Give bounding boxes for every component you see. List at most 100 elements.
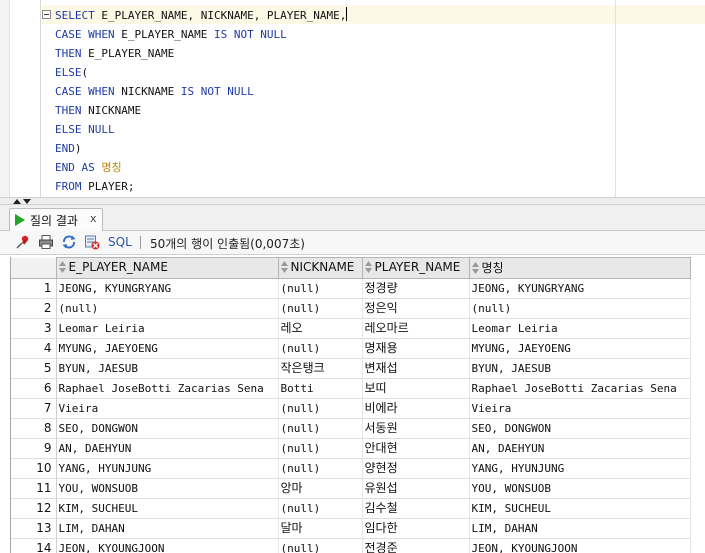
table-cell[interactable]: MYUNG, JAEYOENG	[469, 338, 691, 359]
sql-code[interactable]: SELECT E_PLAYER_NAME, NICKNAME, PLAYER_N…	[55, 6, 348, 196]
table-cell[interactable]: (null)	[56, 298, 279, 319]
table-cell[interactable]: 정경량	[362, 278, 470, 299]
table-row[interactable]: 11 YOU, WONSUOB 앙마 유원섭 YOU, WONSUOB	[11, 478, 691, 499]
row-number-cell[interactable]: 8	[11, 418, 57, 439]
table-cell[interactable]: 정은익	[362, 298, 470, 319]
table-cell[interactable]: 서동원	[362, 418, 470, 439]
row-number-cell[interactable]: 5	[11, 358, 57, 379]
table-row[interactable]: 2 (null) (null) 정은익 (null)	[11, 298, 691, 319]
table-cell[interactable]: YANG, HYUNJUNG	[469, 458, 691, 479]
table-cell[interactable]: Vieira	[56, 398, 279, 419]
table-row[interactable]: 13 LIM, DAHAN 달마 임다한 LIM, DAHAN	[11, 518, 691, 539]
table-cell[interactable]: (null)	[278, 438, 363, 459]
table-cell[interactable]: (null)	[278, 458, 363, 479]
code-line[interactable]: ELSE NULL	[55, 120, 347, 139]
table-cell[interactable]: 비에라	[362, 398, 470, 419]
table-cell[interactable]: 양현정	[362, 458, 470, 479]
sql-link[interactable]: SQL	[108, 235, 132, 249]
table-cell[interactable]: BYUN, JAESUB	[469, 358, 691, 379]
table-cell[interactable]: Botti	[278, 378, 363, 399]
code-line[interactable]: CASE WHEN E_PLAYER_NAME IS NOT NULL	[55, 25, 347, 44]
print-icon[interactable]	[38, 234, 54, 250]
delete-icon[interactable]	[84, 234, 100, 250]
table-cell[interactable]: YOU, WONSUOB	[56, 478, 279, 499]
refresh-icon[interactable]	[61, 234, 77, 250]
table-cell[interactable]: 앙마	[278, 478, 363, 499]
row-number-cell[interactable]: 3	[11, 318, 57, 339]
row-number-cell[interactable]: 7	[11, 398, 57, 419]
code-line[interactable]: THEN E_PLAYER_NAME	[55, 44, 347, 63]
table-cell[interactable]: 명재용	[362, 338, 470, 359]
table-cell[interactable]: JEONG, KYUNGRYANG	[469, 278, 691, 299]
code-line[interactable]: SELECT E_PLAYER_NAME, NICKNAME, PLAYER_N…	[55, 6, 348, 25]
row-number-cell[interactable]: 4	[11, 338, 57, 359]
table-cell[interactable]: 달마	[278, 518, 363, 539]
table-cell[interactable]: SEO, DONGWON	[469, 418, 691, 439]
table-cell[interactable]: 변재섭	[362, 358, 470, 379]
sql-editor[interactable]: SELECT E_PLAYER_NAME, NICKNAME, PLAYER_N…	[0, 0, 705, 197]
row-number-cell[interactable]: 1	[11, 278, 57, 299]
column-header-e-player-name[interactable]: E_PLAYER_NAME	[55, 257, 279, 279]
table-row[interactable]: 5 BYUN, JAESUB 작은탱크 변재섭 BYUN, JAESUB	[11, 358, 691, 379]
row-number-cell[interactable]: 10	[11, 458, 57, 479]
table-cell[interactable]: 유원섭	[362, 478, 470, 499]
table-cell[interactable]: (null)	[278, 498, 363, 519]
row-number-cell[interactable]: 11	[11, 478, 57, 499]
table-cell[interactable]: 김수철	[362, 498, 470, 519]
collapse-down-icon[interactable]	[23, 199, 31, 204]
row-number-cell[interactable]: 9	[11, 438, 57, 459]
row-number-cell[interactable]: 12	[11, 498, 57, 519]
table-cell[interactable]: JEON, KYOUNGJOON	[56, 538, 279, 553]
table-cell[interactable]: 전경준	[362, 538, 470, 553]
row-number-cell[interactable]: 2	[11, 298, 57, 319]
code-line[interactable]: ELSE(	[55, 63, 347, 82]
table-cell[interactable]: (null)	[278, 338, 363, 359]
row-number-cell[interactable]: 14	[11, 538, 57, 553]
table-cell[interactable]: (null)	[278, 538, 363, 553]
table-row[interactable]: 3 Leomar Leiria 레오 레오마르 Leomar Leiria	[11, 318, 691, 339]
table-cell[interactable]: Raphael JoseBotti Zacarias Sena	[56, 378, 279, 399]
collapse-up-icon[interactable]	[13, 199, 21, 204]
table-cell[interactable]: AN, DAEHYUN	[56, 438, 279, 459]
table-row[interactable]: 10 YANG, HYUNJUNG (null) 양현정 YANG, HYUNJUNG	[11, 458, 691, 479]
table-cell[interactable]: KIM, SUCHEUL	[469, 498, 691, 519]
table-cell[interactable]: Raphael JoseBotti Zacarias Sena	[469, 378, 691, 399]
table-cell[interactable]: JEONG, KYUNGRYANG	[56, 278, 279, 299]
code-line[interactable]: END AS 명칭	[55, 158, 347, 177]
table-cell[interactable]: Leomar Leiria	[56, 318, 279, 339]
pane-splitter[interactable]	[0, 197, 705, 205]
table-cell[interactable]: 레오	[278, 318, 363, 339]
table-row[interactable]: 1 JEONG, KYUNGRYANG (null) 정경량 JEONG, KYUNGR…	[11, 278, 691, 299]
column-header-player-name[interactable]: PLAYER_NAME	[361, 257, 470, 279]
table-row[interactable]: 9 AN, DAEHYUN (null) 안대현 AN, DAEHYUN	[11, 438, 691, 459]
table-cell[interactable]: (null)	[278, 298, 363, 319]
code-line[interactable]: CASE WHEN NICKNAME IS NOT NULL	[55, 82, 347, 101]
table-cell[interactable]: YOU, WONSUOB	[469, 478, 691, 499]
table-cell[interactable]: AN, DAEHYUN	[469, 438, 691, 459]
table-cell[interactable]: LIM, DAHAN	[469, 518, 691, 539]
table-cell[interactable]: 임다한	[362, 518, 470, 539]
table-cell[interactable]: JEON, KYOUNGJOON	[469, 538, 691, 553]
fold-toggle-icon[interactable]	[42, 10, 51, 19]
table-cell[interactable]: BYUN, JAESUB	[56, 358, 279, 379]
pin-icon[interactable]	[15, 234, 31, 250]
table-cell[interactable]: Vieira	[469, 398, 691, 419]
code-line[interactable]: FROM PLAYER;	[55, 177, 347, 196]
code-line[interactable]: END)	[55, 139, 347, 158]
table-row[interactable]: 14 JEON, KYOUNGJOON (null) 전경준 JEON, KYOUNGJ…	[11, 538, 691, 553]
table-cell[interactable]: YANG, HYUNJUNG	[56, 458, 279, 479]
table-cell[interactable]: 레오마르	[362, 318, 470, 339]
code-line[interactable]: THEN NICKNAME	[55, 101, 347, 120]
result-grid[interactable]: E_PLAYER_NAME NICKNAME PLAYER_NAME 명칭 1J…	[10, 257, 705, 553]
table-row[interactable]: 12 KIM, SUCHEUL (null) 김수철 KIM, SUCHEUL	[11, 498, 691, 519]
table-row[interactable]: 8 SEO, DONGWON (null) 서동원 SEO, DONGWON	[11, 418, 691, 439]
table-cell[interactable]: (null)	[278, 278, 363, 299]
tab-close-button[interactable]: x	[90, 212, 97, 225]
table-cell[interactable]: KIM, SUCHEUL	[56, 498, 279, 519]
table-row[interactable]: 4 MYUNG, JAEYOENG (null) 명재용 MYUNG, JAEYOENG	[11, 338, 691, 359]
table-cell[interactable]: (null)	[278, 418, 363, 439]
table-row[interactable]: 6 Raphael JoseBotti Zacarias Sena Botti 보띠 R…	[11, 378, 691, 399]
table-row[interactable]: 7 Vieira (null) 비에라 Vieira	[11, 398, 691, 419]
table-cell[interactable]: 작은탱크	[278, 358, 363, 379]
table-cell[interactable]: (null)	[278, 398, 363, 419]
